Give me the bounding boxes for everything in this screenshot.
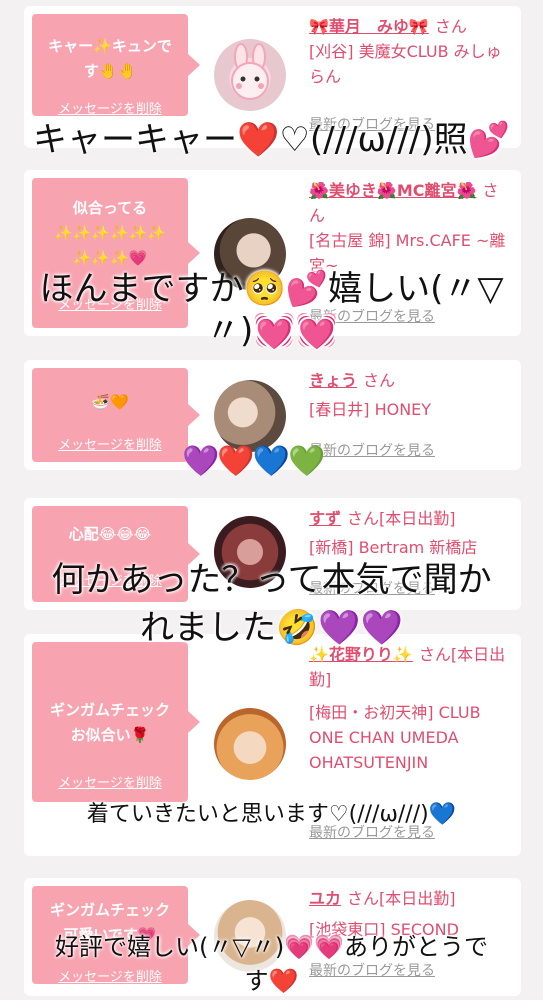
message-bubble: ギンガムチェック お似合い🌹 メッセージを削除 (32, 642, 200, 802)
caption-overlay: 何かあった？って本気で聞か れました🤣💜💜 (0, 556, 543, 652)
profile-name-link[interactable]: きょう (309, 371, 357, 390)
delete-message-link[interactable]: メッセージを削除 (32, 772, 188, 791)
profile-name-link[interactable]: 🌺美ゆき🌺MC離宮🌺 (309, 181, 476, 200)
profile-info: 🌺美ゆき🌺MC離宮🌺 さん [名古屋 錦] Mrs.CAFE ~離宮~ (309, 178, 514, 278)
profile-info: 🎀華月 みゆ🎀 さん [刈谷] 美魔女CLUB みしゅらん (309, 14, 514, 89)
caption-line: 何かあった？って本気で聞か (51, 560, 492, 600)
latest-blog-link[interactable]: 最新のブログを見る (309, 440, 435, 460)
caption-line: れました🤣💜💜 (139, 608, 403, 648)
caption-line: 好評で嬉しい(〃▽〃)💗💗ありがとうで (55, 933, 488, 961)
profile-name-link[interactable]: すず (309, 509, 341, 528)
profile-info: ✨花野りり✨ さん[本日出勤] [梅田・お初天神] CLUB ONE CHAN U… (309, 642, 514, 775)
hearts-emoji-sticker: 💜❤️💙💚 (182, 444, 325, 479)
caption-overlay: 好評で嬉しい(〃▽〃)💗💗ありがとうで す❤️ (0, 930, 543, 998)
caption-overlay: キャーキャー❤️♡(///ω///)照💕 (33, 120, 510, 160)
caption-overlay: 着ていきたいと思います♡(///ω///)💙 (86, 802, 457, 827)
honorific: さん[本日出勤] (347, 889, 456, 908)
profile-info: きょう さん [春日井] HONEY (309, 368, 514, 422)
profile-info: すず さん[本日出勤] [新橋] Bertram 新橋店 (309, 506, 514, 560)
message-text: 🍜🧡 (91, 393, 129, 411)
rabbit-icon (231, 43, 269, 100)
message-text: キャー✨キュンです🤚🤚 (48, 37, 172, 80)
caption-line: 〃)💓💓 (206, 311, 338, 351)
shop-name: [刈谷] 美魔女CLUB みしゅらん (309, 42, 502, 86)
message-text: 心配😂😂😂 (68, 525, 152, 543)
caption-line: ほんまですか🥺💕嬉しい(〃▽ (39, 269, 504, 309)
shop-name: [春日井] HONEY (309, 400, 432, 419)
shop-name: [梅田・お初天神] CLUB ONE CHAN UMEDA OHATSUTENJ… (309, 703, 481, 772)
message-bubble: キャー✨キュンです🤚🤚 メッセージを削除 (32, 14, 200, 117)
caption-line: す❤️ (244, 967, 299, 995)
avatar[interactable] (214, 380, 286, 452)
profile-name-link[interactable]: 🎀華月 みゆ🎀 (309, 17, 429, 36)
caption-overlay: ほんまですか🥺💕嬉しい(〃▽ 〃)💓💓 (0, 268, 543, 352)
honorific: さん[本日出勤] (347, 509, 456, 528)
message-text: 似合ってる ✨✨✨✨✨✨ ✨✨✨💗 (53, 199, 167, 267)
honorific: さん (363, 371, 396, 390)
message-bubble: 🍜🧡 メッセージを削除 (32, 368, 200, 462)
profile-name-link[interactable]: ユカ (309, 889, 341, 908)
delete-message-link[interactable]: メッセージを削除 (32, 434, 188, 453)
message-text: ギンガムチェック お似合い🌹 (49, 701, 170, 744)
avatar[interactable] (214, 39, 286, 111)
avatar[interactable] (214, 708, 286, 780)
honorific: さん (434, 17, 467, 36)
delete-message-link[interactable]: メッセージを削除 (32, 98, 188, 117)
